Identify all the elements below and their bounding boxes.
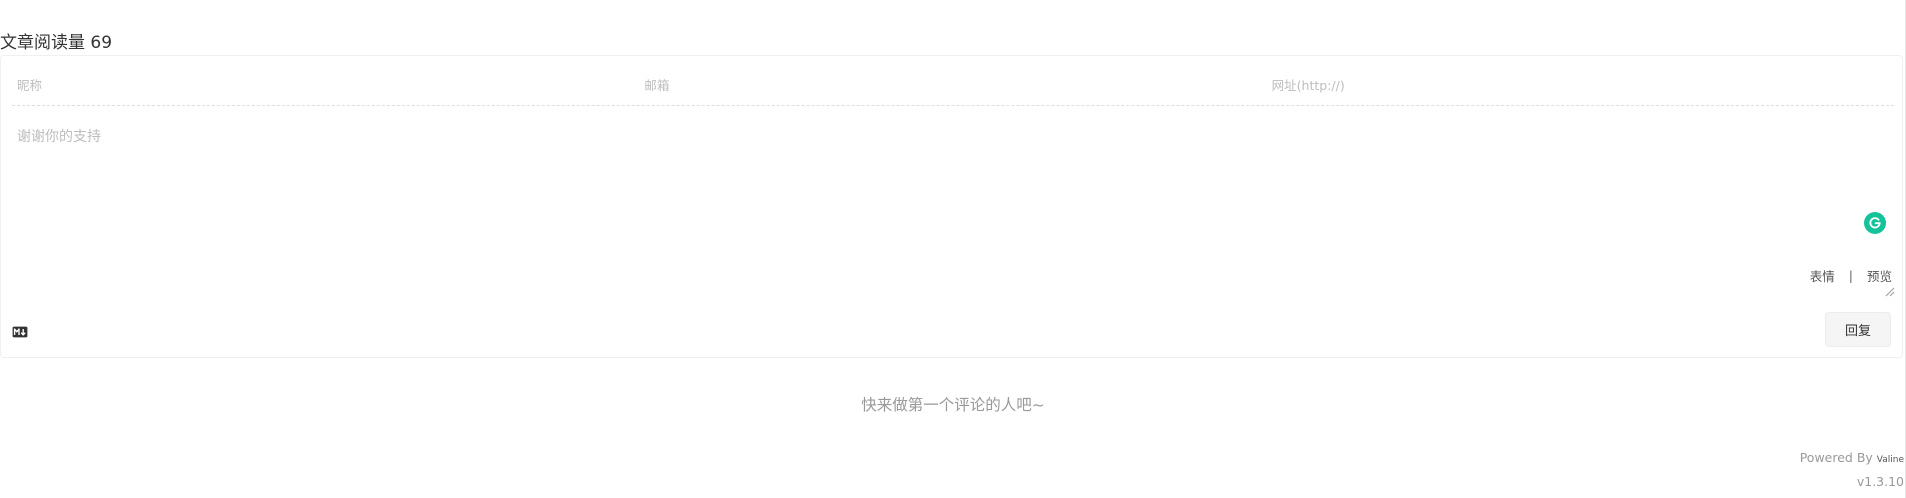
article-read-count: 文章阅读量 69 (0, 31, 112, 55)
valine-link[interactable]: Valine (1877, 455, 1904, 465)
comment-page: { "read_count": { "label": "文章阅读量", "val… (0, 0, 1906, 498)
toolbar-separator: | (1848, 268, 1853, 283)
read-count-label: 文章阅读量 (0, 33, 85, 53)
powered-by-label: Powered By (1799, 450, 1873, 465)
comment-textarea[interactable] (12, 120, 1896, 298)
grammarly-icon[interactable] (1864, 212, 1886, 234)
comment-toolbar: 表情 | 预览 (1810, 266, 1892, 285)
preview-button[interactable]: 预览 (1867, 266, 1892, 285)
empty-comments-message: 快来做第一个评论的人吧~ (861, 396, 1045, 414)
comment-form: 表情 | 预览 回复 (0, 55, 1903, 358)
website-input[interactable] (1266, 66, 1894, 105)
powered-by: Powered By Valine (1800, 450, 1904, 465)
reply-button[interactable]: 回复 (1825, 312, 1891, 347)
textarea-resize-handle-icon[interactable] (1885, 287, 1895, 297)
read-count-value: 69 (90, 33, 113, 53)
emoji-button[interactable]: 表情 (1810, 266, 1835, 285)
version-label: v1.3.10 (1856, 474, 1904, 489)
email-input[interactable] (639, 66, 1267, 105)
comment-header-fields (12, 66, 1894, 106)
nickname-input[interactable] (12, 66, 640, 105)
markdown-icon[interactable] (12, 326, 28, 338)
